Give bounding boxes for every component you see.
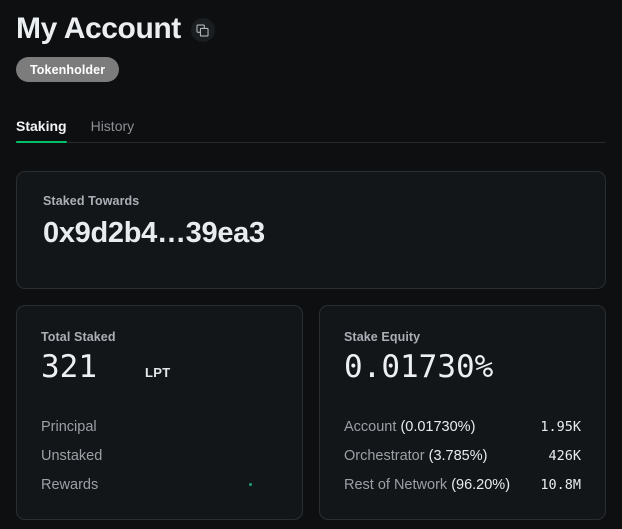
equity-row-rest-of-network: Rest of Network (96.20%) 10.8M: [344, 470, 581, 499]
equity-name-orchestrator: Orchestrator: [344, 447, 425, 464]
equity-row-account: Account (0.01730%) 1.95K: [344, 412, 581, 441]
total-staked-breakdown: Principal Unstaked Rewards: [41, 412, 278, 499]
equity-label-orchestrator: Orchestrator (3.785%): [344, 448, 487, 464]
stake-equity-breakdown: Account (0.01730%) 1.95K Orchestrator (3…: [344, 412, 581, 499]
equity-value-rest-of-network: 10.8M: [540, 476, 581, 493]
equity-value-account: 1.95K: [540, 418, 581, 435]
breakdown-row-rewards: Rewards: [41, 470, 278, 499]
staked-towards-address[interactable]: 0x9d2b4…39ea3: [43, 217, 579, 250]
equity-name-rest-of-network: Rest of Network: [344, 476, 448, 493]
stake-equity-value: 0.01730%: [344, 349, 494, 385]
equity-name-account: Account: [344, 418, 397, 435]
tab-bar: Staking History: [16, 110, 606, 143]
page-title: My Account: [16, 11, 181, 45]
total-staked-value-line: 321 LPT: [41, 350, 278, 390]
breakdown-label-unstaked: Unstaked: [41, 447, 103, 464]
breakdown-label-rewards: Rewards: [41, 476, 99, 493]
equity-label-account: Account (0.01730%): [344, 419, 475, 435]
status-badge: Tokenholder: [16, 57, 120, 82]
equity-row-orchestrator: Orchestrator (3.785%) 426K: [344, 441, 581, 470]
breakdown-row-unstaked: Unstaked: [41, 441, 278, 470]
equity-pct-orchestrator: (3.785%): [428, 447, 488, 464]
total-staked-label: Total Staked: [41, 330, 116, 344]
tab-staking[interactable]: Staking: [16, 119, 67, 143]
loading-spinner-icon: [249, 483, 252, 486]
account-page: My Account Tokenholder Staking History S…: [0, 0, 622, 529]
stake-equity-value-line: 0.01730%: [344, 350, 581, 390]
equity-pct-rest-of-network: (96.20%): [451, 476, 511, 493]
breakdown-label-principal: Principal: [41, 418, 97, 435]
page-header: My Account: [16, 0, 606, 50]
breakdown-row-principal: Principal: [41, 412, 278, 441]
equity-value-orchestrator: 426K: [548, 447, 581, 464]
equity-label-rest-of-network: Rest of Network (96.20%): [344, 477, 510, 493]
stake-equity-card: Stake Equity 0.01730% Account (0.01730%)…: [319, 305, 606, 520]
stake-equity-label: Stake Equity: [344, 330, 421, 344]
copy-icon: [196, 23, 209, 37]
tab-history[interactable]: History: [91, 119, 135, 142]
equity-pct-account: (0.01730%): [400, 418, 476, 435]
staked-towards-label: Staked Towards: [43, 194, 140, 208]
copy-address-button[interactable]: [190, 18, 215, 42]
total-staked-card: Total Staked 321 LPT Principal Unstaked …: [16, 305, 303, 520]
role-badge-row: Tokenholder: [16, 57, 606, 82]
total-staked-unit: LPT: [145, 365, 171, 380]
staked-towards-card: Staked Towards 0x9d2b4…39ea3: [16, 171, 606, 289]
total-staked-value: 321: [41, 349, 97, 385]
stats-cards-row: Total Staked 321 LPT Principal Unstaked …: [16, 305, 606, 520]
